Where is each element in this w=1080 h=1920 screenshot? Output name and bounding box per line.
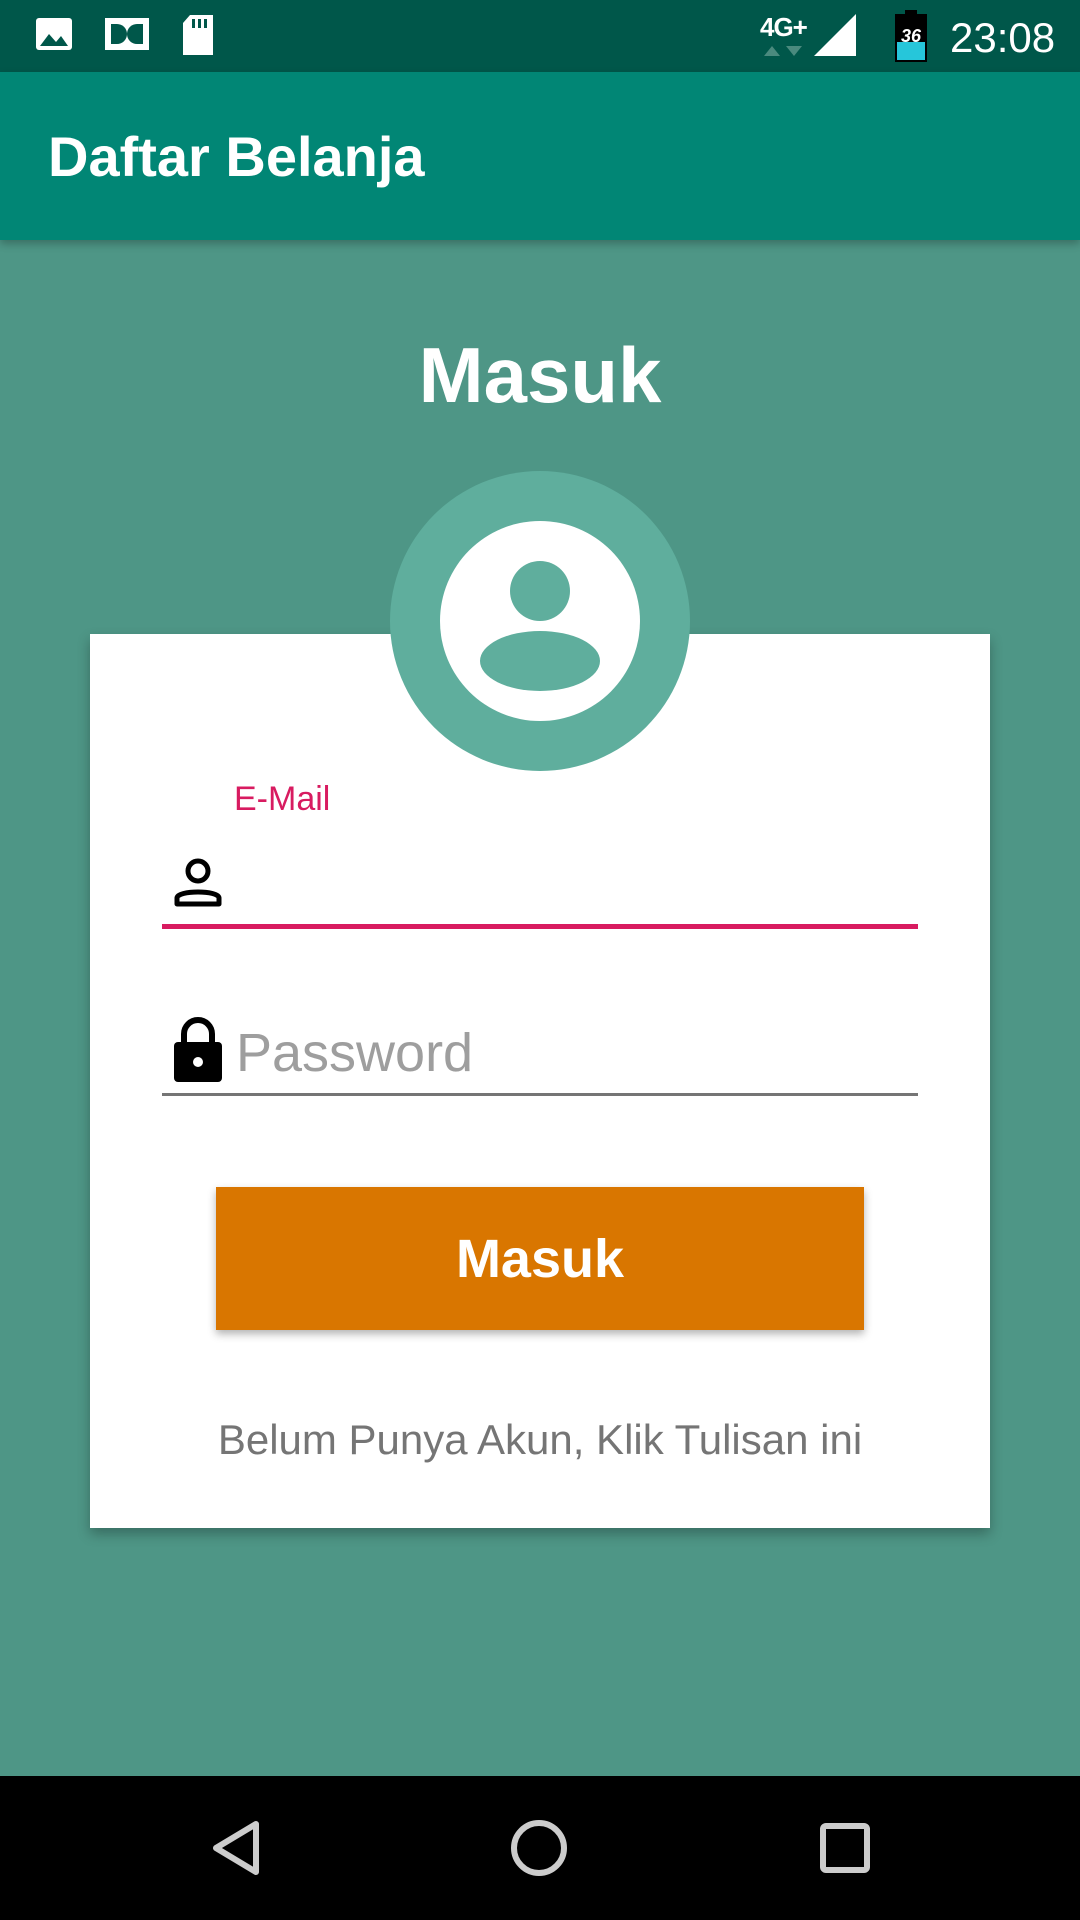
app-title: Daftar Belanja [48, 125, 425, 188]
back-icon[interactable] [206, 1818, 266, 1878]
page-title: Masuk [418, 331, 662, 419]
person-icon [174, 858, 222, 907]
email-underline [162, 924, 918, 929]
email-label: E-Mail [234, 780, 331, 818]
account-circle-icon [440, 521, 640, 721]
battery-level: 36 [900, 26, 922, 46]
app-bar: Daftar Belanja [0, 72, 1080, 240]
navigation-bar [0, 1776, 1080, 1920]
lock-icon [174, 1017, 222, 1082]
clock: 23:08 [950, 14, 1056, 61]
dolby-icon [105, 18, 149, 50]
avatar [390, 471, 690, 771]
signal-icon [814, 14, 856, 56]
password-field[interactable] [234, 1012, 918, 1094]
password-underline [162, 1093, 918, 1096]
data-activity-icon [764, 46, 802, 56]
home-icon[interactable] [509, 1818, 569, 1878]
sd-card-icon [183, 15, 213, 55]
gallery-icon [36, 18, 72, 50]
status-bar: 4G+ 36 23:08 [0, 0, 1080, 72]
register-link[interactable]: Belum Punya Akun, Klik Tulisan ini [0, 1416, 1080, 1464]
email-field[interactable] [234, 848, 918, 920]
login-button[interactable]: Masuk [216, 1187, 864, 1330]
recents-icon[interactable] [815, 1818, 875, 1878]
network-type-label: 4G+ [760, 12, 808, 42]
